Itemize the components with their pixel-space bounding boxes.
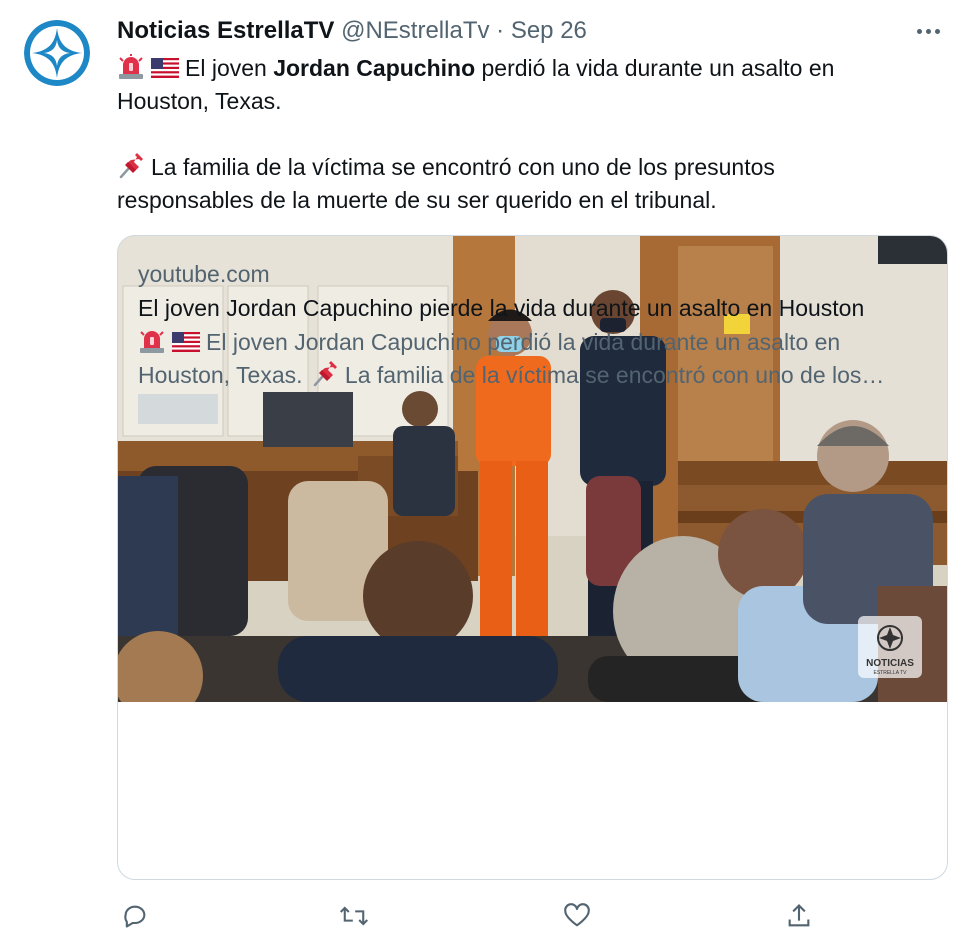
tweet-line-4: responsables de la muerte de su ser quer… [117,187,717,213]
card-desc-text: La familia de la víctima se encontró con… [344,362,885,388]
tweet-line-1: El joven Jordan Capuchino perdió la vida… [117,52,937,85]
tweet-text: El joven Jordan Capuchino perdió la vida… [117,52,937,217]
card-desc-text: Houston, Texas. [138,362,303,388]
tweet-bold-name: Jordan Capuchino [273,55,476,81]
rotating-light-emoji-icon [119,54,143,79]
pushpin-emoji-icon [313,361,337,387]
card-desc-text: El joven Jordan Capuchino perdió la vida… [206,329,841,355]
ellipsis-icon [916,28,922,34]
card-description: El joven Jordan Capuchino perdió la vida… [138,326,928,392]
retweet-icon [339,906,369,926]
tweet-actions [117,898,817,934]
reply-button[interactable] [117,898,153,934]
display-name[interactable]: Noticias EstrellaTV [117,17,334,44]
video-watermark-sub: ESTRELLA TV [874,670,908,676]
us-flag-emoji-icon [172,332,200,352]
more-options-button[interactable] [910,16,946,46]
tweet-line-2: Houston, Texas. [117,88,282,114]
video-watermark: NOTICIAS [866,658,914,669]
separator-dot: · [496,17,505,44]
reply-icon [124,905,146,928]
tweet-date[interactable]: Sep 26 [511,17,587,44]
us-flag-emoji-icon [151,58,179,78]
rotating-light-emoji-icon [140,331,164,353]
user-handle[interactable]: @NEstrellaTv [341,17,489,44]
card-domain: youtube.com [138,261,270,287]
heart-icon [564,903,590,927]
share-icon [788,904,810,927]
tweet-text-part: El joven [185,55,274,81]
card-title: El joven Jordan Capuchino pierde la vida… [138,295,865,321]
card-desc-line-1: El joven Jordan Capuchino perdió la vida… [138,326,928,359]
link-card[interactable]: NOTICIAS ESTRELLA TV youtube.com El jove… [117,235,948,880]
estrella-star-logo-icon [24,20,90,86]
share-button[interactable] [781,898,817,934]
tweet-line-3: La familia de la víctima se encontró con… [117,151,937,184]
tweet-text-part: La familia de la víctima se encontró con… [151,154,775,180]
pushpin-emoji-icon [119,153,143,179]
avatar[interactable] [24,20,90,86]
tweet-header: Noticias EstrellaTV @NEstrellaTv · Sep 2… [117,16,587,46]
card-desc-line-2: Houston, Texas. La familia de la víctima… [138,359,928,392]
retweet-button[interactable] [336,898,372,934]
like-button[interactable] [559,898,595,934]
tweet-text-part: perdió la vida durante un asalto en [475,55,835,81]
